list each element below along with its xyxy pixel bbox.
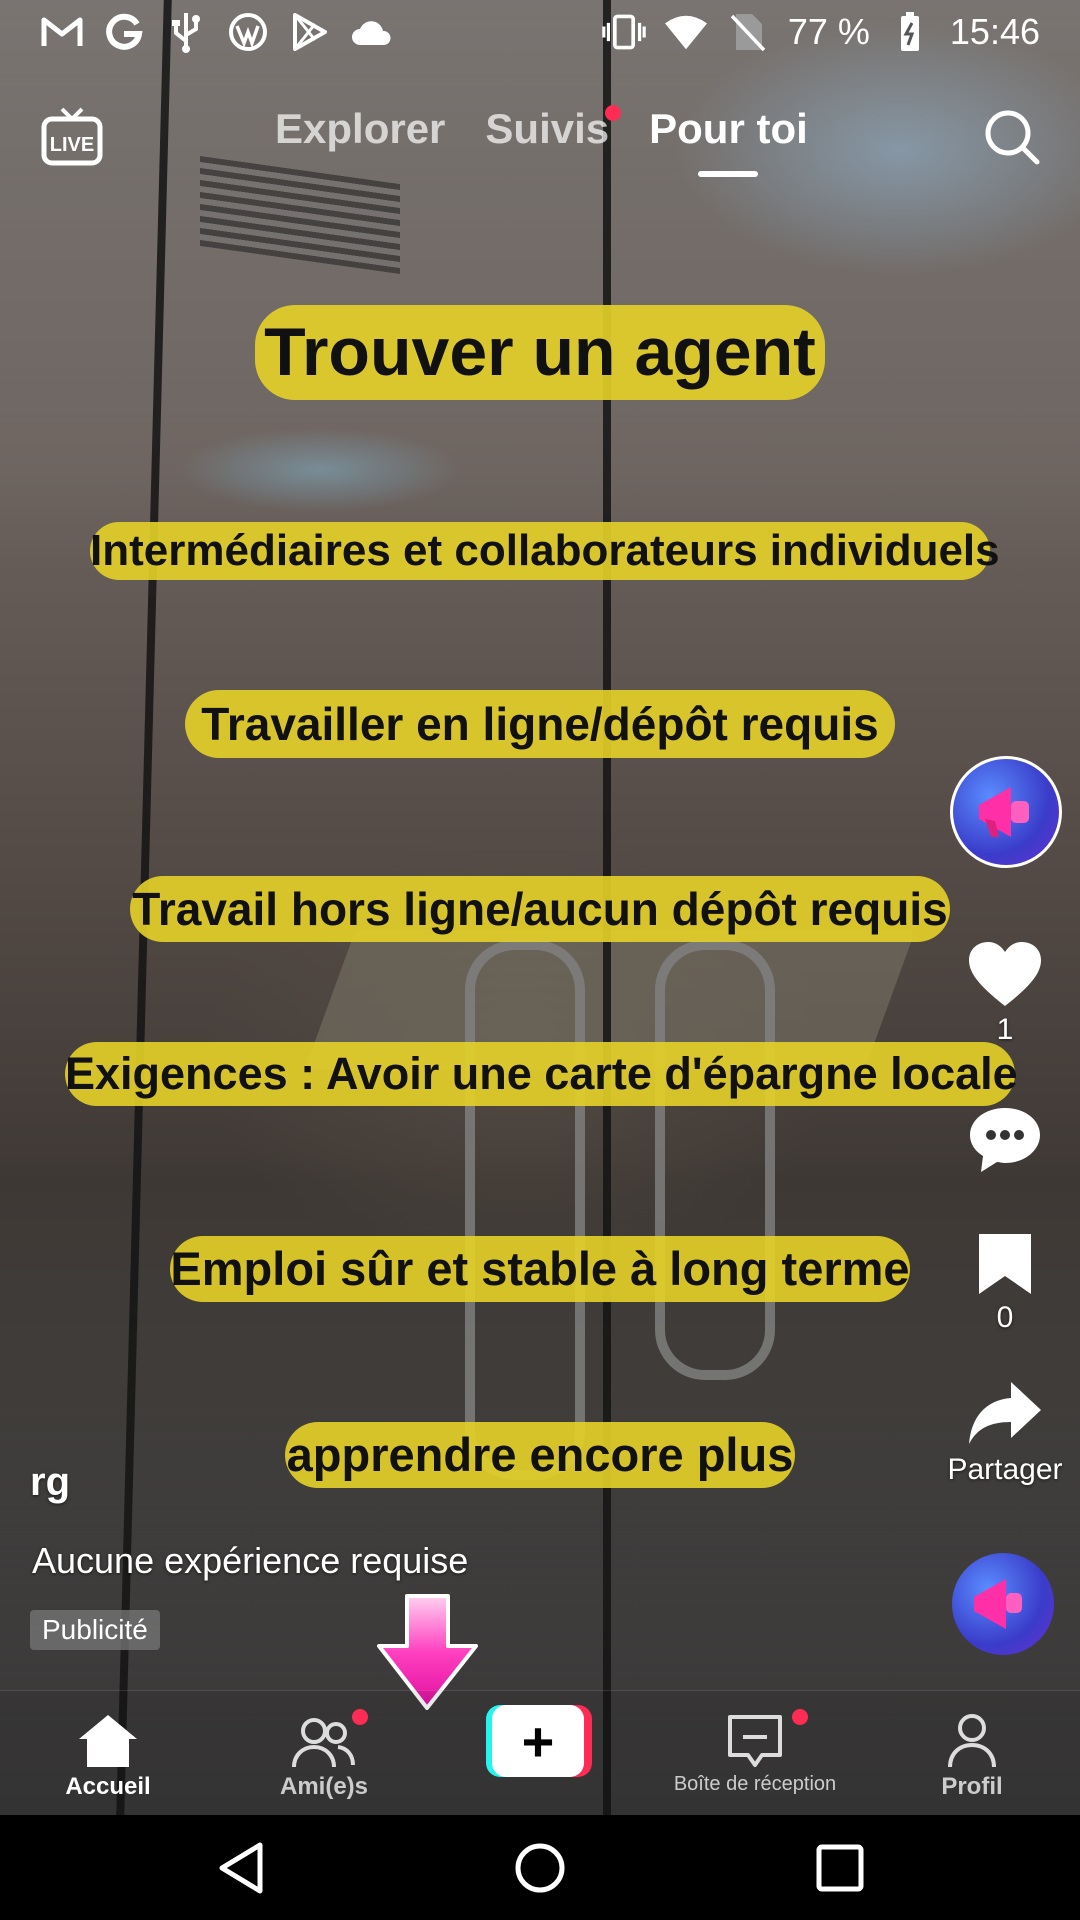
megaphone-icon	[974, 1579, 1022, 1629]
cloud-icon	[350, 10, 394, 54]
battery-charging-icon	[888, 10, 932, 54]
play-store-icon	[288, 10, 332, 54]
tab-suivis[interactable]: Suivis	[485, 105, 622, 171]
back-icon[interactable]	[214, 1841, 268, 1895]
tiktok-feed-screen: 77 % 15:46 LIVE Explorer Suivis Pour toi…	[0, 0, 1080, 1920]
like-count: 1	[996, 1013, 1014, 1046]
android-nav-bar	[0, 1815, 1080, 1920]
music-disc[interactable]	[952, 1553, 1054, 1655]
overlay-line: Travail hors ligne/aucun dépôt requis	[130, 876, 950, 942]
tab-friends[interactable]: Ami(e)s	[224, 1709, 424, 1801]
recents-icon[interactable]	[813, 1841, 867, 1895]
overlay-line: Intermédiaires et collaborateurs individ…	[90, 522, 1000, 580]
creator-username[interactable]: rg	[30, 1460, 70, 1505]
like-button[interactable]: 1	[930, 940, 1080, 1047]
search-icon[interactable]	[982, 107, 1042, 167]
wifi-icon	[664, 10, 708, 54]
overlay-line: Emploi sûr et stable à long terme	[170, 1236, 910, 1302]
profile-icon	[948, 1714, 996, 1768]
tab-pour-toi[interactable]: Pour toi	[649, 105, 808, 177]
inbox-icon	[728, 1715, 782, 1767]
live-tv-icon[interactable]: LIVE	[40, 105, 104, 169]
comment-icon	[970, 1108, 1040, 1172]
video-description: Aucune expérience requise	[32, 1540, 469, 1581]
notification-dot	[352, 1709, 368, 1725]
bookmark-icon	[979, 1234, 1031, 1294]
overlay-title: Trouver un agent	[255, 305, 825, 400]
heart-icon	[969, 942, 1041, 1006]
creator-avatar[interactable]	[950, 756, 1062, 868]
tab-explorer[interactable]: Explorer	[275, 105, 445, 171]
tab-profile[interactable]: Profil	[872, 1709, 1072, 1801]
ad-badge: Publicité	[30, 1610, 160, 1650]
megaphone-icon	[979, 787, 1029, 837]
feed-tabs: Explorer Suivis Pour toi	[275, 105, 808, 177]
video-door-handle	[465, 940, 585, 1480]
gmail-icon	[40, 10, 84, 54]
svg-text:LIVE: LIVE	[50, 134, 94, 156]
overlay-line: Exigences : Avoir une carte d'épargne lo…	[65, 1042, 1018, 1106]
share-label: Partager	[947, 1453, 1063, 1486]
overlay-line: apprendre encore plus	[285, 1422, 795, 1488]
status-bar: 77 % 15:46	[0, 0, 1080, 64]
overlay-line: Travailler en ligne/dépôt requis	[185, 690, 895, 758]
top-nav: LIVE Explorer Suivis Pour toi	[0, 95, 1080, 195]
tab-home[interactable]: Accueil	[8, 1709, 208, 1801]
friends-icon	[292, 1718, 355, 1768]
home-icon	[79, 1715, 137, 1767]
tab-inbox-label: Boîte de réception	[673, 1773, 837, 1795]
video-door-handle	[655, 940, 775, 1380]
tab-friends-label: Ami(e)s	[279, 1773, 369, 1800]
notification-dot	[605, 105, 622, 121]
tab-inbox[interactable]: Boîte de réception	[655, 1709, 855, 1796]
tab-home-label: Accueil	[65, 1773, 151, 1800]
save-button[interactable]: 0	[930, 1230, 1080, 1335]
video-caption: rg Aucune expérience requise Publicité	[30, 1460, 468, 1650]
wordpress-icon	[226, 10, 270, 54]
google-icon	[102, 10, 146, 54]
create-button[interactable]: +	[486, 1705, 592, 1777]
no-sim-icon	[726, 10, 770, 54]
tab-suivis-label: Suivis	[485, 105, 610, 152]
share-button[interactable]: Partager	[930, 1380, 1080, 1487]
share-arrow-icon	[969, 1382, 1041, 1444]
home-circle-icon[interactable]	[513, 1841, 567, 1895]
comment-button[interactable]	[930, 1105, 1080, 1180]
notification-dot	[792, 1709, 808, 1725]
clock: 15:46	[949, 11, 1040, 52]
bottom-tab-bar: Accueil Ami(e)s + Boîte de réception Pro…	[0, 1690, 1080, 1816]
save-count: 0	[996, 1301, 1014, 1334]
usb-icon	[164, 10, 208, 54]
plus-icon: +	[492, 1705, 584, 1777]
battery-percent: 77 %	[787, 11, 870, 52]
vibrate-icon	[602, 10, 646, 54]
tab-profile-label: Profil	[941, 1773, 1003, 1800]
